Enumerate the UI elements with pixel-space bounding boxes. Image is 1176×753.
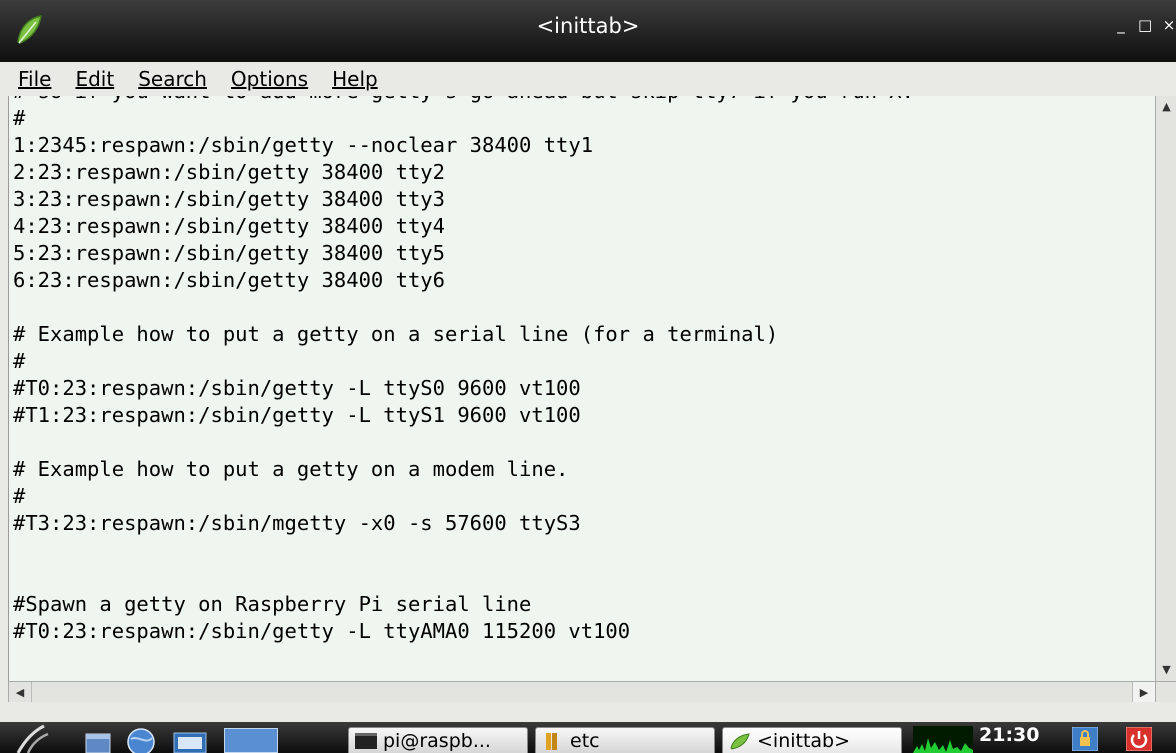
editor-line[interactable]: #T3:23:respawn:/sbin/mgetty -x0 -s 57600…	[13, 510, 1155, 537]
menu-bar: File Edit Search Options Help	[0, 62, 1176, 96]
editor-line[interactable]: #	[13, 483, 1155, 510]
editor-line[interactable]: 5:23:respawn:/sbin/getty 38400 tty5	[13, 240, 1155, 267]
text-editor-area[interactable]: # so if you want to add more getty's go …	[8, 96, 1155, 681]
scroll-up-arrow-icon[interactable]: ▲	[1156, 98, 1176, 116]
task-inittab[interactable]: <inittab>	[722, 727, 902, 753]
editor-content[interactable]: # so if you want to add more getty's go …	[9, 96, 1155, 672]
editor-line[interactable]: # so if you want to add more getty's go …	[13, 96, 1155, 105]
vertical-scrollbar[interactable]: ▲ ▼	[1155, 96, 1176, 681]
task-file-manager[interactable]: etc	[535, 727, 715, 753]
cpu-monitor-icon	[913, 726, 973, 753]
editor-line[interactable]: #	[13, 105, 1155, 132]
editor-line[interactable]	[13, 429, 1155, 456]
web-browser-icon[interactable]	[124, 725, 158, 753]
show-desktop-icon[interactable]	[84, 730, 112, 753]
editor-line[interactable]: #T1:23:respawn:/sbin/getty -L ttyS1 9600…	[13, 402, 1155, 429]
file-manager-icon[interactable]	[172, 730, 208, 753]
editor-line[interactable]: #T0:23:respawn:/sbin/getty -L ttyS0 9600…	[13, 375, 1155, 402]
lock-screen-icon[interactable]	[1072, 727, 1098, 751]
taskbar: pi@raspb... etc <inittab> 21:30	[0, 722, 1176, 753]
close-button[interactable]: ×	[1162, 16, 1176, 34]
task-inittab-label: <inittab>	[757, 729, 851, 752]
editor-line[interactable]: 4:23:respawn:/sbin/getty 38400 tty4	[13, 213, 1155, 240]
menu-options[interactable]: Options	[219, 67, 320, 91]
window-title: <inittab>	[536, 14, 640, 38]
editor-window: <inittab> _ □ × File Edit Search Options…	[0, 0, 1176, 722]
maximize-button[interactable]: □	[1138, 16, 1152, 34]
editor-line[interactable]: 6:23:respawn:/sbin/getty 38400 tty6	[13, 267, 1155, 294]
leafpad-icon	[730, 732, 750, 750]
editor-line[interactable]	[13, 294, 1155, 321]
terminal-icon	[355, 732, 377, 749]
menu-edit[interactable]: Edit	[63, 67, 126, 91]
horizontal-scrollbar[interactable]: ◀ ▶	[8, 681, 1155, 703]
folder-icon	[546, 732, 557, 750]
editor-line[interactable]: 1:2345:respawn:/sbin/getty --noclear 384…	[13, 132, 1155, 159]
task-file-manager-label: etc	[570, 729, 600, 752]
scroll-right-arrow-icon[interactable]: ▶	[1132, 682, 1155, 703]
task-terminal[interactable]: pi@raspb...	[348, 727, 528, 753]
clock[interactable]: 21:30	[979, 724, 1039, 746]
editor-line[interactable]	[13, 645, 1155, 672]
title-bar[interactable]: <inittab> _ □ ×	[0, 0, 1176, 62]
editor-line[interactable]: # Example how to put a getty on a modem …	[13, 456, 1155, 483]
start-menu-icon[interactable]	[14, 724, 58, 753]
task-terminal-label: pi@raspb...	[383, 729, 491, 752]
window-bottom-border	[0, 702, 1176, 722]
desktop-pager[interactable]	[224, 728, 278, 753]
editor-line[interactable]	[13, 537, 1155, 564]
editor-line[interactable]	[13, 564, 1155, 591]
menu-search[interactable]: Search	[126, 67, 219, 91]
editor-line[interactable]: #T0:23:respawn:/sbin/getty -L ttyAMA0 11…	[13, 618, 1155, 645]
menu-help[interactable]: Help	[320, 67, 390, 91]
editor-line[interactable]: 2:23:respawn:/sbin/getty 38400 tty2	[13, 159, 1155, 186]
minimize-button[interactable]: _	[1114, 16, 1128, 34]
editor-line[interactable]: #Spawn a getty on Raspberry Pi serial li…	[13, 591, 1155, 618]
scroll-down-arrow-icon[interactable]: ▼	[1156, 661, 1176, 679]
scrollbar-corner	[1155, 681, 1176, 703]
editor-line[interactable]: # Example how to put a getty on a serial…	[13, 321, 1155, 348]
scroll-left-arrow-icon[interactable]: ◀	[9, 682, 32, 703]
editor-line[interactable]: #	[13, 348, 1155, 375]
menu-file[interactable]: File	[0, 67, 63, 91]
editor-line[interactable]: 3:23:respawn:/sbin/getty 38400 tty3	[13, 186, 1155, 213]
logout-icon[interactable]	[1126, 727, 1152, 751]
